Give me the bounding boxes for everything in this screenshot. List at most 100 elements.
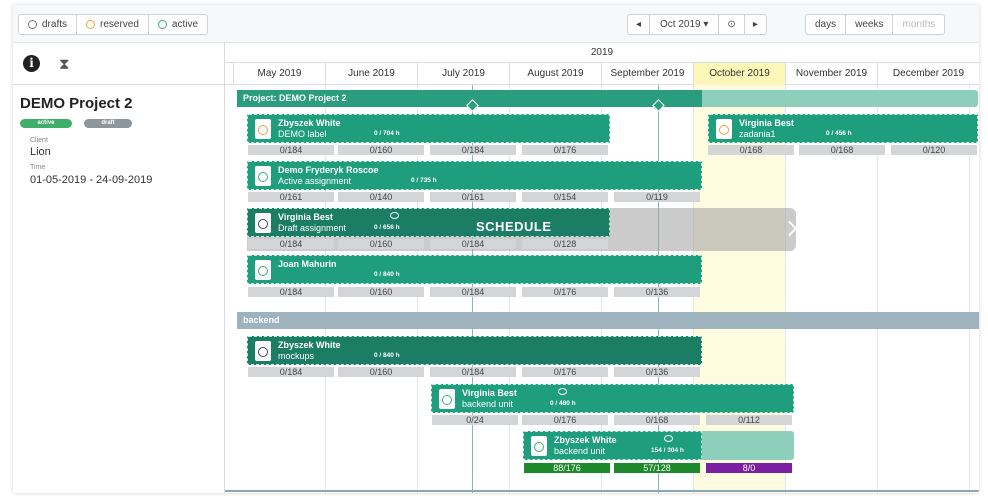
filter-drafts-button[interactable]: drafts <box>19 15 78 34</box>
assignment-name: Virginia Best <box>739 118 794 128</box>
capacity-cell: 0/128 <box>522 239 608 249</box>
zoom-months-label: months <box>902 19 936 30</box>
comment-icon[interactable] <box>558 388 567 395</box>
project-title: DEMO Project 2 <box>20 95 133 112</box>
month-december: December 2019 <box>877 63 979 85</box>
capacity-cell: 88/176 <box>524 463 610 473</box>
capacity-cell: 0/160 <box>338 145 424 155</box>
assignment-name: Virginia Best <box>278 212 333 222</box>
assignment-icon <box>531 436 547 456</box>
capacity-cell: 0/160 <box>338 367 424 377</box>
assignment-hours: 0 / 480 h <box>550 400 576 407</box>
capacity-cell: 0/154 <box>522 192 608 202</box>
period-navigation: ◂ Oct 2019 ▾ ⊙ ▸ <box>627 14 767 35</box>
chevron-left-icon: ◂ <box>636 19 642 30</box>
capacity-cell: 0/168 <box>614 415 700 425</box>
assignment-hours: 0 / 840 h <box>374 271 400 278</box>
filter-drafts-label: drafts <box>42 19 68 30</box>
capacity-cell: 0/184 <box>430 145 516 155</box>
assignment-icon <box>255 119 271 139</box>
clock-icon <box>719 125 729 135</box>
assignment-hours: 0 / 704 h <box>374 130 400 137</box>
clock-icon <box>258 172 268 182</box>
assignment-bar-draft[interactable]: Virginia Best Draft assignment 0 / 656 h <box>247 208 610 237</box>
month-november: November 2019 <box>785 63 877 85</box>
time-label: Time <box>30 164 46 171</box>
assignment-icon <box>255 260 271 280</box>
timeline-bottom-border <box>225 490 979 492</box>
assignment-name: Virginia Best <box>462 388 517 398</box>
status-badge-draft: draft <box>84 119 132 128</box>
capacity-cell: 57/128 <box>614 463 700 473</box>
client-value: Lion <box>30 146 51 158</box>
assignment-name: Zbyszek White <box>278 340 341 350</box>
schedule-button[interactable]: SCHEDULE <box>476 219 552 234</box>
comment-icon[interactable] <box>664 435 673 442</box>
today-button[interactable]: ⊙ <box>719 15 745 34</box>
assignment-bar[interactable]: Demo Fryderyk Roscoe Active assignment 0… <box>247 161 702 190</box>
capacity-cell: 0/184 <box>248 239 334 249</box>
capacity-cell: 0/24 <box>432 415 518 425</box>
time-value: 01-05-2019 - 24-09-2019 <box>30 174 153 186</box>
assignment-label: zadania1 <box>739 129 776 139</box>
capacity-cell: 0/184 <box>430 287 516 297</box>
assignment-icon <box>255 213 271 233</box>
month-september: September 2019 <box>601 63 693 85</box>
capacity-cell: 0/184 <box>248 367 334 377</box>
capacity-cell: 0/136 <box>614 367 700 377</box>
capacity-cell: 0/112 <box>706 415 792 425</box>
assignment-name: Demo Fryderyk Roscoe <box>278 165 379 175</box>
assignment-bar[interactable]: Zbyszek White DEMO label 0 / 704 h <box>247 114 610 143</box>
filter-active-label: active <box>171 19 199 30</box>
capacity-cell: 0/140 <box>338 192 424 202</box>
assignment-hours: 154 / 304 h <box>651 447 684 454</box>
assignment-bar[interactable]: Virginia Best zadania1 0 / 456 h <box>708 114 978 143</box>
hourglass-icon[interactable]: ⧗ <box>59 56 70 73</box>
left-pane-header: i ⧗ <box>13 43 224 85</box>
zoom-weeks-button[interactable]: weeks <box>846 15 894 34</box>
assignment-label: Active assignment <box>278 176 352 186</box>
prev-period-button[interactable]: ◂ <box>628 15 651 34</box>
clock-icon <box>442 395 452 405</box>
section-bar-backend[interactable]: backend <box>237 312 979 329</box>
assignment-name: Zbyszek White <box>278 118 341 128</box>
clock-icon <box>534 442 544 452</box>
project-details-pane: i ⧗ DEMO Project 2 active draft Client L… <box>13 43 225 493</box>
status-badge-active: active <box>20 119 72 128</box>
filter-reserved-button[interactable]: reserved <box>77 15 149 34</box>
assignment-bar[interactable]: Virginia Best backend unit 0 / 480 h <box>431 384 794 413</box>
assignment-icon <box>255 166 271 186</box>
assignment-label: DEMO label <box>278 129 327 139</box>
toolbar: drafts reserved active ◂ Oct 2019 ▾ ⊙ ▸ … <box>13 5 979 43</box>
assignment-label: Draft assignment <box>278 223 347 233</box>
clock-icon <box>258 266 268 276</box>
capacity-cell: 0/168 <box>708 145 794 155</box>
capacity-cell: 0/184 <box>248 287 334 297</box>
assignment-name: Joan Mahurin <box>278 259 337 269</box>
assignment-bar[interactable]: Joan Mahurin 0 / 840 h <box>247 255 702 284</box>
zoom-days-label: days <box>815 19 837 30</box>
assignment-hours: 0 / 456 h <box>826 130 852 137</box>
comment-icon[interactable] <box>390 212 399 219</box>
filter-active-button[interactable]: active <box>149 15 207 34</box>
assignment-label: mockups <box>278 351 315 361</box>
assignment-hours: 0 / 656 h <box>374 224 400 231</box>
period-dropdown[interactable]: Oct 2019 ▾ <box>650 15 720 34</box>
capacity-cell: 0/161 <box>430 192 516 202</box>
chevron-right-icon: ▸ <box>752 19 758 30</box>
capacity-cell: 0/161 <box>248 192 334 202</box>
zoom-days-button[interactable]: days <box>806 15 847 34</box>
zoom-group: days weeks months <box>805 14 946 35</box>
next-period-button[interactable]: ▸ <box>745 15 766 34</box>
capacity-cell: 8/0 <box>706 463 792 473</box>
target-icon: ⊙ <box>727 19 736 30</box>
zoom-months-button[interactable]: months <box>893 15 944 34</box>
clock-icon <box>258 219 268 229</box>
month-july: July 2019 <box>417 63 509 85</box>
capacity-cell: 0/160 <box>338 239 424 249</box>
assignment-bar[interactable]: Zbyszek White mockups 0 / 840 h <box>247 336 702 365</box>
assignment-icon <box>716 119 732 139</box>
project-bar-extension <box>702 90 978 107</box>
info-icon[interactable]: i <box>23 55 40 72</box>
assignment-bar[interactable]: Zbyszek White backend unit 154 / 304 h <box>523 431 702 460</box>
